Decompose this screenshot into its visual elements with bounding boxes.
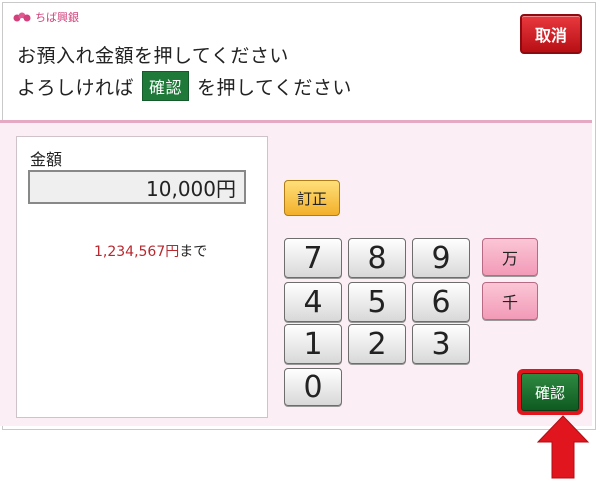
logo-text: ちば興銀 bbox=[35, 11, 79, 24]
amount-label: 金額 bbox=[30, 150, 63, 169]
limit-suffix: まで bbox=[179, 244, 208, 260]
key-4[interactable]: 4 bbox=[284, 282, 342, 322]
key-1[interactable]: 1 bbox=[284, 324, 342, 364]
amount-display: 10,000円 bbox=[28, 170, 246, 204]
key-sen[interactable]: 千 bbox=[482, 282, 538, 320]
key-3[interactable]: 3 bbox=[412, 324, 470, 364]
limit-number: 1,234,567 bbox=[94, 244, 166, 260]
confirm-button[interactable]: 確認 bbox=[521, 373, 579, 411]
pointer-arrow-icon bbox=[536, 415, 590, 479]
header: ちば興銀 お預入れ金額を押してください よろしければ 確認 を押してください bbox=[3, 3, 595, 121]
key-2[interactable]: 2 bbox=[348, 324, 406, 364]
key-man[interactable]: 万 bbox=[482, 238, 538, 276]
limit-unit: 円 bbox=[165, 244, 180, 260]
key-5[interactable]: 5 bbox=[348, 282, 406, 322]
correct-button[interactable]: 訂正 bbox=[284, 180, 340, 216]
key-6[interactable]: 6 bbox=[412, 282, 470, 322]
key-8[interactable]: 8 bbox=[348, 238, 406, 278]
instruction-prefix: よろしければ bbox=[17, 76, 135, 99]
flower-logo-icon bbox=[13, 12, 31, 22]
instruction-line-2: よろしければ 確認 を押してください bbox=[17, 71, 352, 101]
key-7[interactable]: 7 bbox=[284, 238, 342, 278]
instruction-line-1: お預入れ金額を押してください bbox=[17, 45, 289, 67]
deposit-limit: 1,234,567円まで bbox=[94, 241, 207, 261]
cancel-button[interactable]: 取消 bbox=[520, 14, 582, 54]
confirm-chip: 確認 bbox=[142, 71, 190, 101]
instruction-suffix: を押してください bbox=[197, 76, 352, 99]
bank-logo: ちば興銀 bbox=[13, 9, 79, 25]
key-0[interactable]: 0 bbox=[284, 368, 342, 406]
key-9[interactable]: 9 bbox=[412, 238, 470, 278]
